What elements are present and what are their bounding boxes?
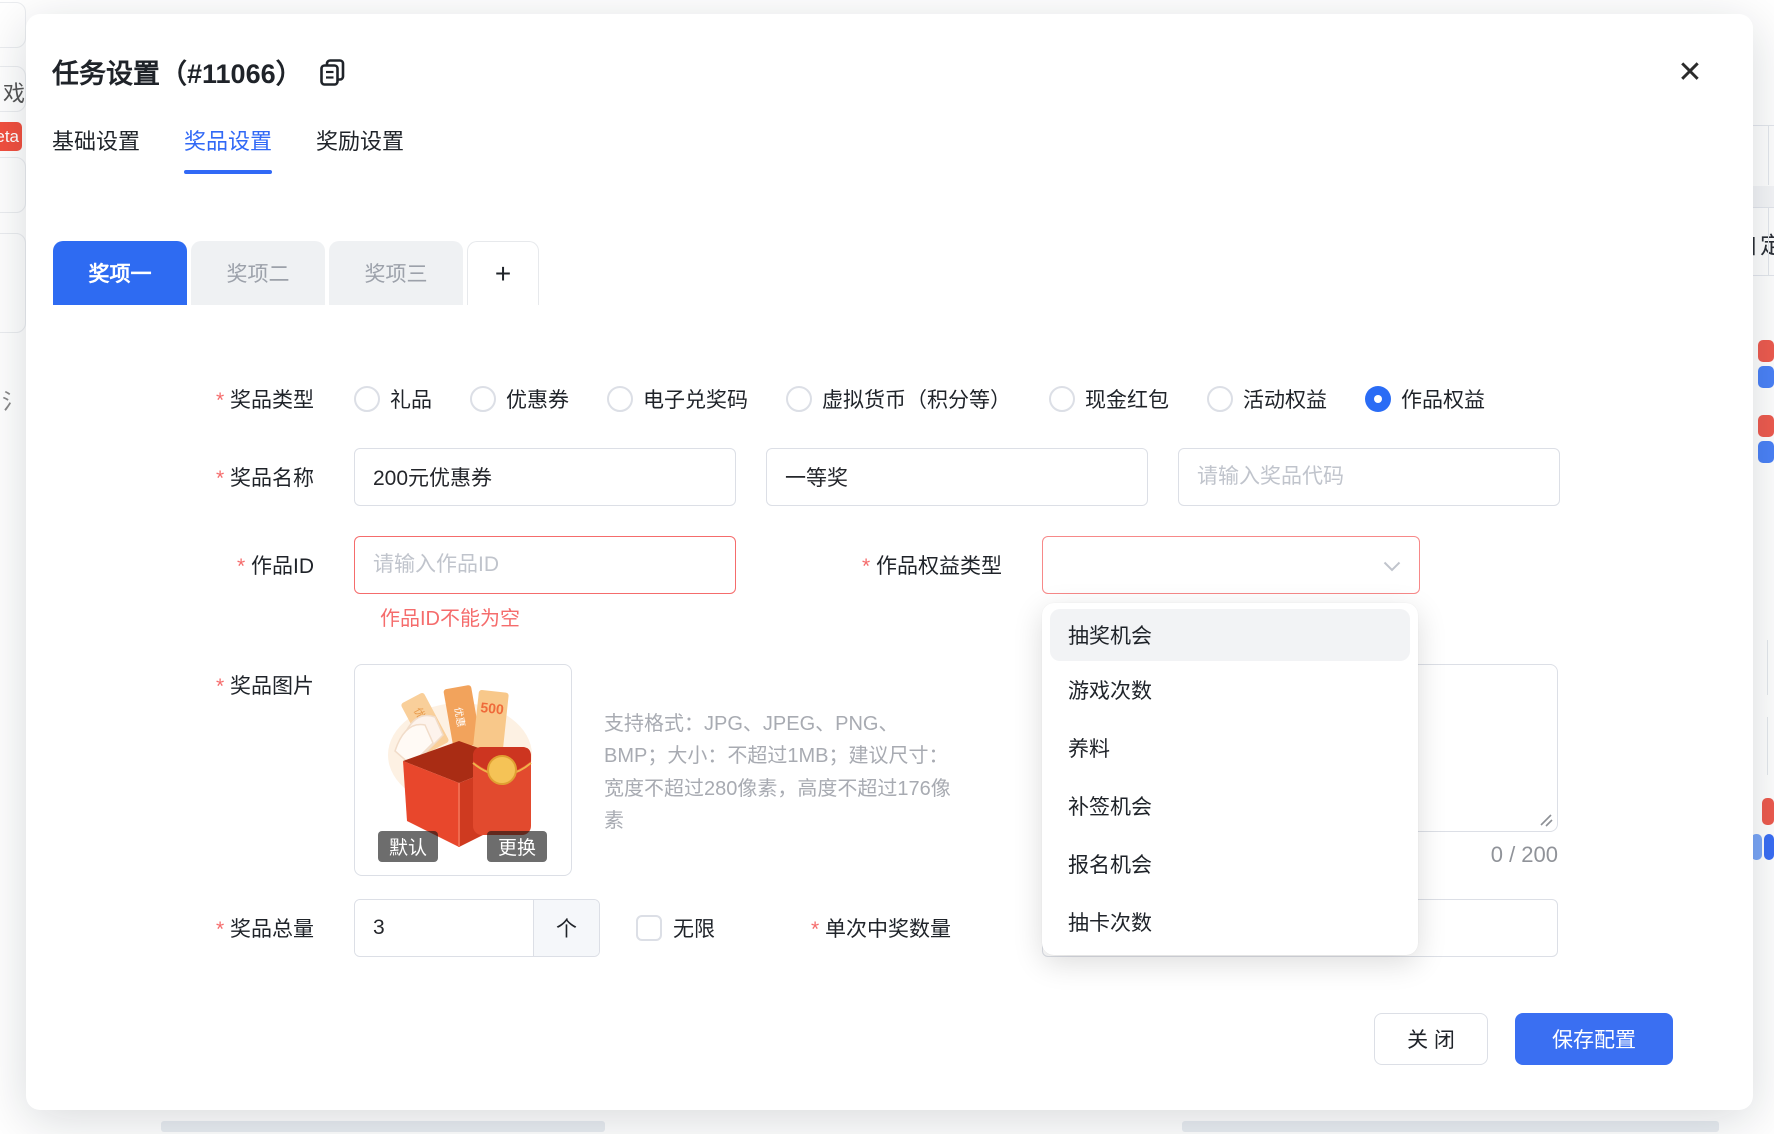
dropdown-option-game-times[interactable]: 游戏次数 [1042,661,1418,719]
bg-table-header-fragment [1750,186,1774,208]
add-prize-tab-button[interactable]: + [467,241,539,305]
unlimited-checkbox[interactable]: 无限 [636,913,715,943]
bg-blue-button-fragment [1758,441,1774,463]
prize-tab-3[interactable]: 奖项三 [329,241,463,305]
radio-virtual-currency[interactable]: 虚拟货币（积分等） [786,384,1011,414]
radio-checked-icon [1365,386,1391,412]
radio-icon [470,386,496,412]
checkbox-icon [636,915,662,941]
svg-text:500: 500 [480,699,505,717]
bg-blue-button-fragment [1758,366,1774,388]
prize-name-label: 奖品名称 [52,462,314,492]
prize-name-input[interactable] [354,448,736,506]
bg-sidebar-box [0,2,26,48]
radio-work-right[interactable]: 作品权益 [1365,384,1485,414]
bg-sidebar-box [0,233,26,333]
radio-icon [607,386,633,412]
dropdown-option-lottery[interactable]: 抽奖机会 [1050,609,1410,661]
prize-type-label: 奖品类型 [52,384,314,414]
prize-tabs: 奖项一 奖项二 奖项三 + [53,241,539,305]
bg-red-button-fragment [1762,798,1774,825]
radio-coupon[interactable]: 优惠券 [470,384,569,414]
copy-icon[interactable] [319,58,346,87]
dropdown-option-card-draw[interactable]: 抽卡次数 [1042,893,1418,951]
chevron-down-icon [1383,561,1401,572]
task-settings-dialog: 任务设置（#11066） ✕ 基础设置 奖品设置 奖励设置 奖项一 奖项二 奖项… [26,14,1753,1110]
work-id-input[interactable] [354,536,736,594]
unit-suffix: 个 [533,900,599,956]
prize-tab-1[interactable]: 奖项一 [53,241,187,305]
tab-prize-settings[interactable]: 奖品设置 [184,124,272,174]
radio-ecode[interactable]: 电子兑奖码 [607,384,748,414]
single-win-label: 单次中奖数量 [811,913,951,943]
bg-line [1750,125,1774,126]
bg-partial-text: 氵 [2,384,24,416]
bg-line [1767,717,1768,775]
dropdown-option-signup[interactable]: 报名机会 [1042,835,1418,893]
dialog-title-row: 任务设置（#11066） [52,52,346,91]
radio-icon [1207,386,1233,412]
bg-red-button-fragment [1758,340,1774,362]
prize-image-row: 奖品图片 优惠券 优惠 500 [52,664,956,876]
prize-type-row: 奖品类型 礼品 优惠券 电子兑奖码 虚拟货币（积分等） 现金红包 [52,384,1523,414]
image-format-hint: 支持格式：JPG、JPEG、PNG、BMP；大小：不超过1MB；建议尺寸：宽度不… [604,708,956,838]
work-id-error-text: 作品ID不能为空 [380,602,520,631]
bg-line [1750,275,1774,276]
bg-line [1768,208,1769,275]
radio-gift[interactable]: 礼品 [354,384,432,414]
bg-red-button-fragment [1758,415,1774,437]
prize-type-options: 礼品 优惠券 电子兑奖码 虚拟货币（积分等） 现金红包 活动权益 [354,384,1523,414]
dialog-title: 任务设置（#11066） [52,52,303,91]
prize-total-row: 奖品总量 个 无限 单次中奖数量 [52,899,951,957]
close-button[interactable]: 关 闭 [1374,1013,1488,1065]
prize-code-input[interactable] [1178,448,1560,506]
dialog-tabs: 基础设置 奖品设置 奖励设置 [52,124,404,174]
radio-icon [354,386,380,412]
radio-icon [786,386,812,412]
prize-image-label: 奖品图片 [52,670,314,700]
work-right-type-label: 作品权益类型 [736,550,1002,580]
work-right-type-select[interactable] [1042,536,1420,594]
save-config-button[interactable]: 保存配置 [1515,1013,1673,1065]
bg-line [1768,125,1769,185]
prize-total-input-group: 个 [354,899,600,957]
radio-icon [1049,386,1075,412]
prize-image-preview[interactable]: 优惠券 优惠 500 [354,664,572,876]
bg-bottom-bar [161,1121,605,1132]
close-icon[interactable]: ✕ [1668,50,1712,94]
bg-bottom-bar [1182,1121,1719,1132]
beta-badge-fragment: eta [0,122,22,151]
tab-reward-settings[interactable]: 奖励设置 [316,124,404,174]
image-default-button[interactable]: 默认 [378,831,438,862]
tab-basic-settings[interactable]: 基础设置 [52,124,140,174]
bg-blue-button-fragment [1764,834,1774,860]
prize-tab-2[interactable]: 奖项二 [191,241,325,305]
work-id-row: 作品ID 作品权益类型 [52,536,1420,594]
prize-total-label: 奖品总量 [52,913,314,943]
radio-cash-redpacket[interactable]: 现金红包 [1049,384,1169,414]
dropdown-option-resign[interactable]: 补签机会 [1042,777,1418,835]
bg-line [1767,640,1768,695]
radio-activity-right[interactable]: 活动权益 [1207,384,1327,414]
work-id-label: 作品ID [52,550,314,580]
prize-name-row: 奖品名称 [52,448,1560,506]
image-change-button[interactable]: 更换 [487,831,547,862]
bg-partial-text: 戏 [3,76,25,108]
prize-grade-input[interactable] [766,448,1148,506]
resize-handle-icon[interactable] [1538,812,1553,827]
bg-sidebar-box [0,157,26,213]
work-right-type-dropdown: 抽奖机会 游戏次数 养料 补签机会 报名机会 抽卡次数 [1042,603,1418,955]
dropdown-option-nutrient[interactable]: 养料 [1042,719,1418,777]
prize-total-input[interactable] [355,900,533,956]
